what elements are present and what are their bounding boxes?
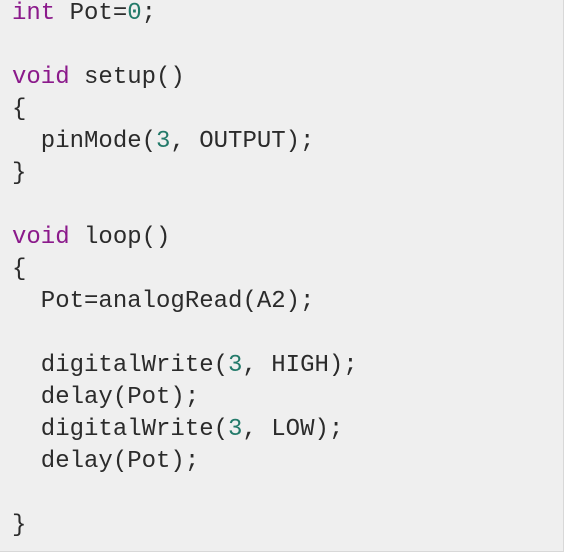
code-token: pinMode( — [12, 128, 157, 155]
code-token: } — [12, 512, 27, 539]
code-line: } — [12, 510, 358, 542]
code-token: { — [12, 256, 27, 283]
code-line: pinMode(3, OUTPUT); — [12, 126, 358, 158]
code-token: loop() — [69, 224, 171, 251]
keyword-token: int — [12, 0, 56, 27]
code-token: { — [12, 96, 27, 123]
code-token: setup() — [69, 64, 185, 91]
code-token: ; — [141, 0, 157, 27]
code-block[interactable]: int Pot=0; void setup(){ pinMode(3, OUTPU… — [12, 0, 358, 542]
number-token: 3 — [228, 416, 243, 443]
number-token: 3 — [156, 128, 171, 155]
code-line: int Pot=0; — [12, 0, 358, 30]
code-line: delay(Pot); — [12, 446, 358, 478]
code-line: } — [12, 158, 358, 190]
code-token: , HIGH); — [242, 352, 358, 379]
code-token: Pot= — [55, 0, 128, 27]
code-line: digitalWrite(3, HIGH); — [12, 350, 358, 382]
code-token: delay(Pot); — [12, 384, 200, 411]
code-line: delay(Pot); — [12, 382, 358, 414]
code-line: digitalWrite(3, LOW); — [12, 414, 358, 446]
code-token: , OUTPUT); — [170, 128, 315, 155]
code-token: } — [12, 160, 27, 187]
code-token: digitalWrite( — [12, 416, 229, 443]
code-line: void loop() — [12, 222, 358, 254]
code-token: digitalWrite( — [12, 352, 229, 379]
number-token: 3 — [228, 352, 243, 379]
code-line: { — [12, 254, 358, 286]
code-token: delay(Pot); — [12, 448, 200, 475]
keyword-token: void — [12, 224, 70, 251]
number-token: 0 — [127, 0, 142, 27]
code-line: Pot=analogRead(A2); — [12, 286, 358, 318]
code-line: { — [12, 94, 358, 126]
code-editor[interactable]: int Pot=0; void setup(){ pinMode(3, OUTPU… — [0, 0, 564, 552]
code-line: void setup() — [12, 62, 358, 94]
code-token: , LOW); — [242, 416, 344, 443]
keyword-token: void — [12, 64, 70, 91]
code-token: Pot=analogRead(A2); — [12, 288, 315, 315]
